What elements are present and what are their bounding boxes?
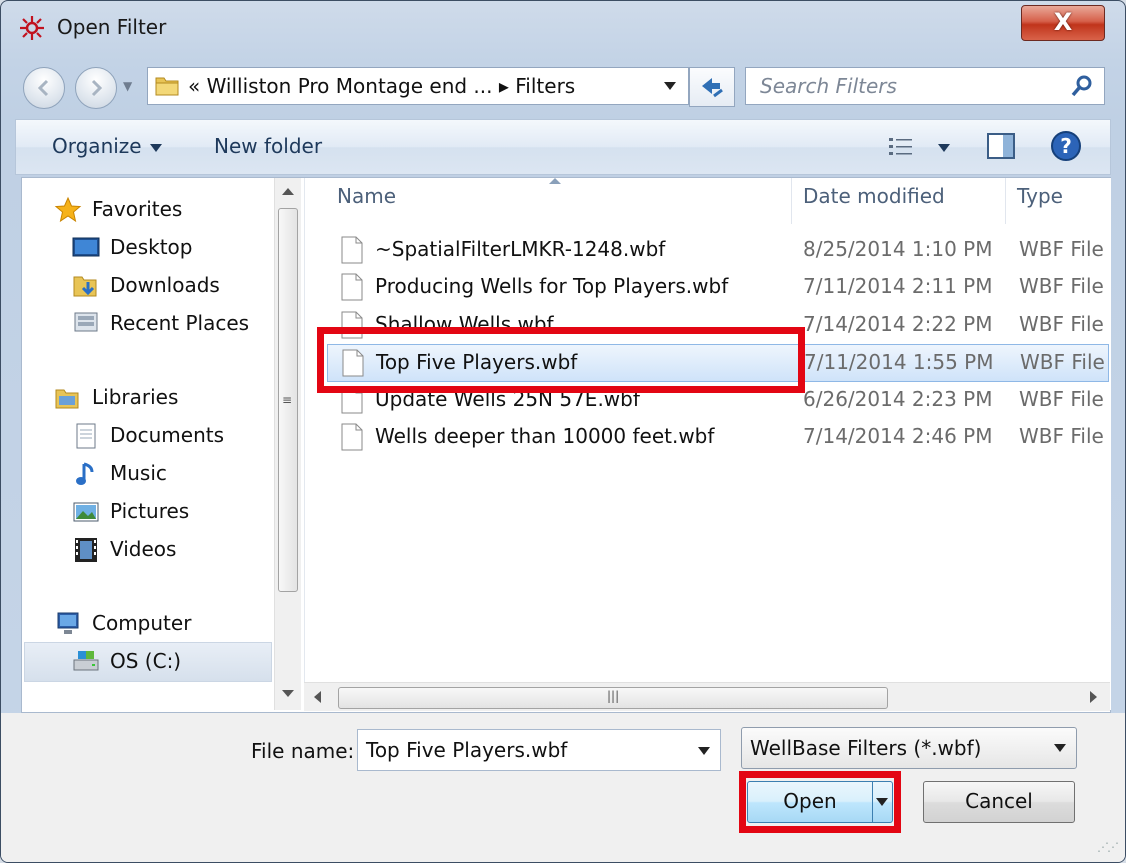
column-divider[interactable]: [791, 178, 792, 224]
view-list-icon[interactable]: [888, 136, 914, 158]
search-input[interactable]: Search Filters: [745, 67, 1105, 105]
forward-arrow-icon: [91, 79, 103, 97]
search-placeholder: Search Filters: [760, 74, 897, 98]
address-dropdown-icon[interactable]: [664, 82, 676, 90]
close-icon: X: [1053, 8, 1073, 36]
file-type-dropdown-icon: [1054, 744, 1066, 752]
svg-text:?: ?: [1060, 134, 1072, 158]
column-header-date-modified[interactable]: Date modified: [803, 184, 945, 208]
column-divider[interactable]: [1005, 178, 1006, 224]
file-row[interactable]: Wells deeper than 10000 feet.wbf 7/14/20…: [327, 419, 1107, 455]
view-options-dropdown-icon[interactable]: [938, 144, 950, 152]
file-name-history-dropdown-icon[interactable]: [698, 747, 710, 755]
music-icon: [76, 462, 94, 485]
forward-button[interactable]: [75, 67, 117, 109]
libraries-icon: [55, 389, 79, 409]
scroll-down-icon[interactable]: [282, 690, 294, 697]
app-icon: [20, 16, 44, 40]
browser-content: Favorites Desktop Downloads Recent Place…: [21, 177, 1111, 713]
computer-icon: [57, 612, 79, 634]
pictures-icon: [73, 502, 99, 522]
new-folder-button[interactable]: New folder: [214, 134, 322, 158]
organize-button[interactable]: Organize: [52, 134, 162, 158]
column-header-name[interactable]: Name: [337, 184, 396, 208]
scroll-up-icon[interactable]: [282, 188, 294, 195]
address-bar[interactable]: « Williston Pro Montage end ... ▸ Filter…: [147, 67, 689, 105]
scroll-right-icon[interactable]: [1090, 691, 1097, 703]
navigation-pane-scroll-thumb[interactable]: ≡: [278, 208, 298, 592]
navigation-pane-scrollbar[interactable]: ≡: [274, 178, 301, 710]
help-icon[interactable]: ?: [1050, 130, 1082, 162]
dialog-footer: File name: Top Five Players.wbf WellBase…: [1, 713, 1125, 862]
back-arrow-icon: [37, 79, 49, 97]
scroll-grip-icon: ≡: [282, 393, 293, 407]
star-icon: [54, 196, 82, 223]
file-row[interactable]: Producing Wells for Top Players.wbf 7/11…: [327, 269, 1107, 305]
recent-places-icon: [74, 312, 98, 332]
scroll-grip-icon: |||: [607, 689, 620, 703]
title-bar: Open Filter X: [1, 1, 1125, 57]
file-name-label: File name:: [251, 739, 355, 763]
resize-grip-icon[interactable]: ⋰⋰: [1097, 840, 1119, 854]
file-list-scrollbar[interactable]: |||: [304, 682, 1110, 711]
file-type-select[interactable]: WellBase Filters (*.wbf): [741, 727, 1077, 769]
recent-locations-chevron-icon[interactable]: ▼: [123, 79, 132, 93]
file-list: Name Date modified Type ~SpatialFilterLM…: [304, 178, 1111, 710]
scroll-left-icon[interactable]: [314, 691, 321, 703]
file-icon: [341, 273, 363, 301]
command-toolbar: Organize New folder ?: [15, 119, 1111, 175]
refresh-button[interactable]: [689, 67, 735, 107]
back-button[interactable]: [23, 67, 65, 109]
open-filter-dialog: Open Filter X ▼ « Williston Pro Montage …: [0, 0, 1126, 863]
file-icon: [341, 236, 363, 264]
refresh-icon: [702, 78, 723, 98]
window-title: Open Filter: [57, 15, 167, 39]
search-icon[interactable]: [1070, 74, 1094, 98]
highlight-selected-file: [317, 327, 805, 393]
drive-icon: [73, 651, 99, 671]
organize-dropdown-icon: [149, 143, 162, 152]
folder-icon: [155, 77, 179, 96]
file-name-input[interactable]: Top Five Players.wbf: [357, 729, 721, 771]
desktop-icon: [72, 237, 100, 257]
address-path[interactable]: « Williston Pro Montage end ... ▸ Filter…: [188, 74, 575, 98]
videos-icon: [75, 538, 97, 562]
downloads-icon: [73, 276, 97, 297]
column-header-type[interactable]: Type: [1017, 184, 1063, 208]
file-icon: [341, 423, 363, 451]
documents-icon: [76, 423, 96, 449]
navigation-pane: Favorites Desktop Downloads Recent Place…: [22, 178, 272, 710]
preview-pane-icon[interactable]: [986, 132, 1016, 160]
sort-ascending-icon: [549, 178, 561, 184]
cancel-button[interactable]: Cancel: [923, 781, 1075, 823]
highlight-open-button: [739, 771, 901, 833]
close-button[interactable]: X: [1021, 5, 1105, 41]
file-row[interactable]: ~SpatialFilterLMKR-1248.wbf 8/25/2014 1:…: [327, 232, 1107, 268]
file-list-scroll-thumb[interactable]: |||: [338, 687, 888, 709]
navigation-bar: ▼ « Williston Pro Montage end ... ▸ Filt…: [1, 61, 1125, 111]
